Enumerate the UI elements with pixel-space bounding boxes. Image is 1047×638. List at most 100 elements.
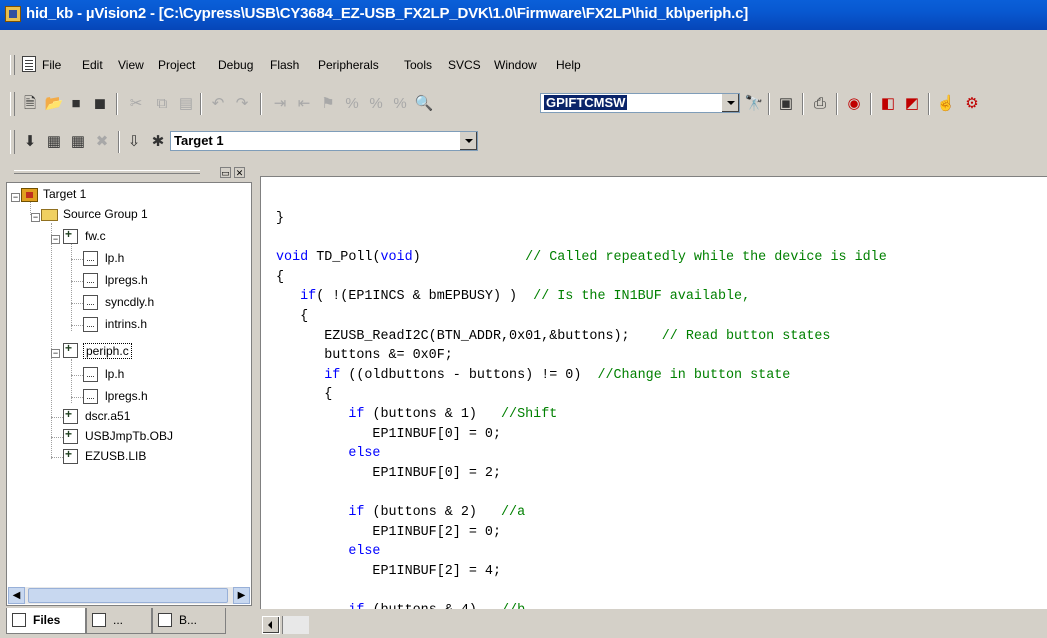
translate-icon[interactable]: ⬇: [20, 132, 40, 152]
document-icon[interactable]: [22, 56, 36, 72]
code-line[interactable]: if( !(EP1INCS & bmEPBUSY) ) // Is the IN…: [276, 287, 750, 306]
toolbar-separator: [802, 93, 804, 115]
code-line[interactable]: void TD_Poll(void) // Called repeatedly …: [276, 248, 887, 267]
indent-icon[interactable]: ⇥: [270, 94, 290, 114]
scroll-left-button[interactable]: [262, 616, 280, 634]
toolbar-separator: [870, 93, 872, 115]
prev-bookmark-icon[interactable]: %: [342, 94, 362, 114]
uvision-app-icon[interactable]: [5, 6, 21, 22]
find-in-files-icon[interactable]: 🔍: [414, 94, 434, 114]
code-line[interactable]: }: [276, 209, 284, 228]
editor-horizontal-scrollbar[interactable]: [262, 614, 312, 636]
code-line[interactable]: if (buttons & 1) //Shift: [276, 405, 557, 424]
hand-icon[interactable]: ☝: [936, 94, 956, 114]
target-options-icon[interactable]: ✱: [148, 132, 168, 152]
output-window-icon[interactable]: ◩: [902, 94, 922, 114]
code-line[interactable]: EP1INBUF[0] = 0;: [276, 425, 501, 444]
code-line[interactable]: if (buttons & 2) //a: [276, 503, 525, 522]
redo-icon[interactable]: ↷: [232, 94, 252, 114]
toolbar-grip[interactable]: [10, 130, 15, 154]
code-line[interactable]: if ((oldbuttons - buttons) != 0) //Chang…: [276, 366, 790, 385]
target-combo[interactable]: Target 1: [170, 131, 478, 151]
chevron-down-icon[interactable]: [721, 94, 739, 112]
unindent-icon[interactable]: ⇤: [294, 94, 314, 114]
tree-item-label: intrins.h: [105, 317, 148, 331]
next-bookmark-icon[interactable]: %: [366, 94, 386, 114]
menu-file[interactable]: File: [42, 58, 61, 72]
toolbar-separator: [116, 93, 118, 115]
open-document-icon[interactable]: ▣: [776, 94, 796, 114]
menu-window[interactable]: Window: [494, 58, 537, 72]
code-line[interactable]: {: [276, 268, 284, 287]
tree-line: [71, 325, 83, 326]
paste-icon[interactable]: ▤: [176, 94, 196, 114]
code-line[interactable]: EP1INBUF[2] = 4;: [276, 562, 501, 581]
collapse-fw-button[interactable]: −: [51, 235, 60, 244]
panel-close-button[interactable]: ✕: [234, 167, 245, 178]
collapse-target-button[interactable]: −: [11, 193, 20, 202]
open-folder-icon[interactable]: 📂: [44, 94, 64, 114]
build-target-icon[interactable]: ▦: [44, 132, 64, 152]
new-file-icon[interactable]: 🗎: [20, 94, 40, 114]
tab-files[interactable]: Files: [6, 608, 86, 634]
workspace-window-icon[interactable]: ◧: [878, 94, 898, 114]
scroll-track[interactable]: [282, 616, 309, 634]
code-line[interactable]: EZUSB_ReadI2C(BTN_ADDR,0x01,&buttons); /…: [276, 327, 830, 346]
find-combo[interactable]: GPIFTCMSW: [540, 93, 740, 113]
menu-debug[interactable]: Debug: [218, 58, 253, 72]
find-icon[interactable]: 🔭: [744, 94, 764, 114]
panel-maximize-button[interactable]: ▭: [220, 167, 231, 178]
toolbar-separator: [836, 93, 838, 115]
code-line[interactable]: {: [276, 385, 332, 404]
undo-icon[interactable]: ↶: [208, 94, 228, 114]
debug-session-icon[interactable]: ◉: [844, 94, 864, 114]
panel-grip[interactable]: [14, 170, 200, 174]
menu-help[interactable]: Help: [556, 58, 581, 72]
tree-item-label: Target 1: [43, 187, 87, 201]
collapse-periph-button[interactable]: −: [51, 349, 60, 358]
tab-label: ...: [113, 613, 124, 627]
copy-icon[interactable]: ⧉: [152, 94, 172, 114]
code-line[interactable]: EP1INBUF[2] = 0;: [276, 523, 501, 542]
menu-view[interactable]: View: [118, 58, 144, 72]
load-icon[interactable]: ⇩: [124, 132, 144, 152]
tree-item-label: lpregs.h: [105, 389, 148, 403]
save-icon[interactable]: ■: [66, 94, 86, 114]
cut-icon[interactable]: ✂: [126, 94, 146, 114]
panel-tabs: Files ... B...: [6, 608, 252, 636]
tab-regs[interactable]: ...: [86, 608, 152, 634]
menu-edit[interactable]: Edit: [82, 58, 103, 72]
tab-books[interactable]: B...: [152, 608, 226, 634]
code-line[interactable]: {: [276, 307, 308, 326]
save-all-icon[interactable]: ◼: [90, 94, 110, 114]
menu-peripherals[interactable]: Peripherals: [318, 58, 379, 72]
tab-label: B...: [179, 613, 198, 627]
stop-build-icon[interactable]: ✖: [92, 132, 112, 152]
scroll-right-button[interactable]: ▶: [233, 587, 250, 604]
scroll-thumb[interactable]: [28, 588, 228, 603]
header-file-icon: [83, 251, 98, 266]
source-file-icon: [63, 227, 78, 244]
code-line[interactable]: buttons &= 0x0F;: [276, 346, 453, 365]
toolbar-grip[interactable]: [10, 92, 15, 116]
menu-svcs[interactable]: SVCS: [448, 58, 481, 72]
code-line[interactable]: if (buttons & 4) //b: [276, 601, 525, 609]
collapse-group-button[interactable]: −: [31, 213, 40, 222]
rebuild-all-icon[interactable]: ▦: [68, 132, 88, 152]
menu-project[interactable]: Project: [158, 58, 195, 72]
clear-bookmarks-icon[interactable]: %: [390, 94, 410, 114]
print-icon[interactable]: ⎙: [810, 94, 830, 114]
code-editor[interactable]: } void TD_Poll(void) // Called repeatedly…: [260, 176, 1047, 609]
code-line[interactable]: else: [276, 542, 380, 561]
tree-horizontal-scrollbar[interactable]: ◀ ▶: [8, 587, 250, 604]
code-line[interactable]: EP1INBUF[0] = 2;: [276, 464, 501, 483]
scroll-left-button[interactable]: ◀: [8, 587, 25, 604]
menubar-grip[interactable]: [10, 55, 15, 75]
tree-item-label: periph.c: [83, 343, 132, 359]
chevron-down-icon[interactable]: [459, 132, 477, 150]
menu-tools[interactable]: Tools: [404, 58, 432, 72]
menu-flash[interactable]: Flash: [270, 58, 299, 72]
code-line[interactable]: else: [276, 444, 380, 463]
configure-icon[interactable]: ⚙: [962, 94, 982, 114]
bookmark-icon[interactable]: ⚑: [318, 94, 338, 114]
